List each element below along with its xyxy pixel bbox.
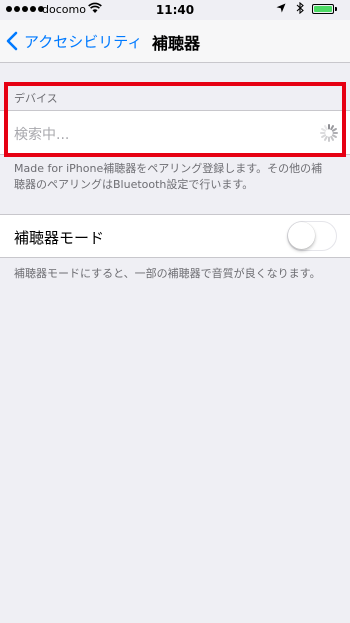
devices-footer-note: Made for iPhone補聴器をペアリング登録します。その他の補 聴器のペ… (14, 161, 344, 193)
battery-tip (335, 7, 337, 11)
hearing-aid-mode-label: 補聴器モード (14, 229, 105, 247)
back-button[interactable]: アクセシビリティ (6, 28, 142, 54)
battery-icon (312, 4, 334, 14)
page-title: 補聴器 (152, 34, 201, 53)
searching-label: 検索中... (14, 127, 70, 143)
toggle-knob (288, 222, 315, 249)
device-search-cell: 検索中... (0, 110, 350, 155)
hearing-aid-mode-cell: 補聴器モード (0, 214, 350, 258)
location-arrow-icon (276, 3, 286, 13)
hearing-aid-mode-note: 補聴器モードにすると、一部の補聴器で音質が良くなります。 (14, 267, 321, 280)
chevron-left-icon (6, 31, 18, 51)
devices-section-header: デバイス (14, 92, 58, 105)
navigation-bar: アクセシビリティ 補聴器 (0, 20, 350, 63)
devices-footer-line: Made for iPhone補聴器をペアリング登録します。その他の補 (14, 162, 323, 175)
back-label: アクセシビリティ (24, 32, 143, 51)
status-bar: docomo 11:40 (0, 0, 350, 20)
devices-footer-line: 聴器のペアリングはBluetooth設定で行います。 (14, 178, 254, 191)
hearing-aid-mode-toggle[interactable] (287, 221, 337, 251)
loading-spinner-icon (320, 124, 338, 142)
bluetooth-icon (296, 2, 304, 14)
